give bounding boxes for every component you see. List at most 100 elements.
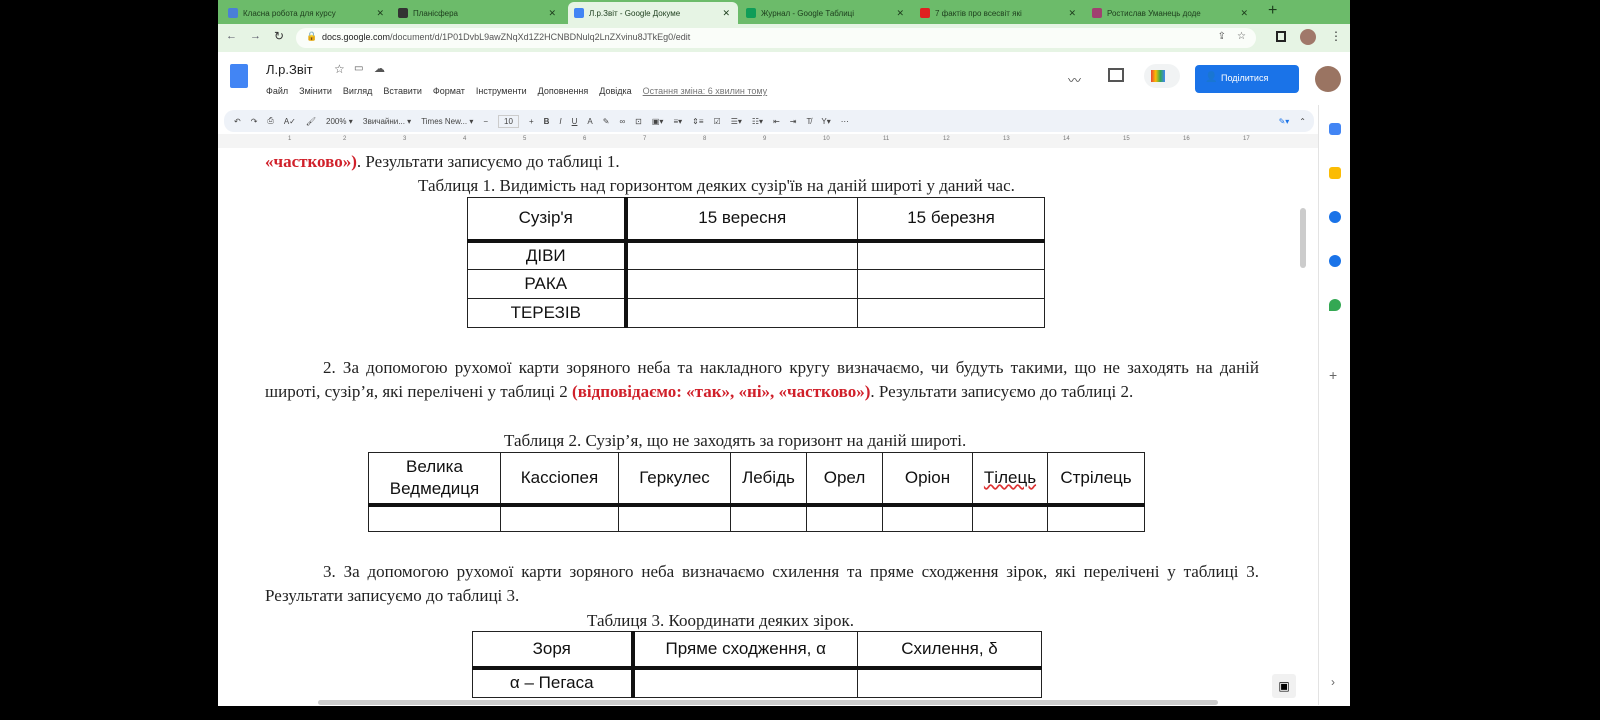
close-icon[interactable]: ✕ — [376, 8, 384, 19]
link-icon[interactable]: ∞ — [619, 117, 625, 126]
url-input[interactable]: 🔒 docs.google.com/document/d/1P01DvbL9awZ… — [296, 28, 1256, 48]
bold-icon[interactable]: B — [544, 117, 550, 126]
meet-button[interactable] — [1144, 64, 1180, 88]
line-spacing-icon[interactable]: ⇕≡ — [692, 117, 703, 126]
table-cell[interactable]: α – Пегаса — [472, 667, 635, 698]
add-addon-icon[interactable]: + — [1329, 367, 1337, 383]
table-cell[interactable]: ДІВИ — [467, 240, 628, 270]
clear-format-icon[interactable]: T̸ — [806, 117, 811, 126]
highlight-icon[interactable]: ✎ — [603, 117, 610, 126]
back-icon[interactable]: ← — [226, 30, 237, 42]
redo-icon[interactable]: ↷ — [251, 117, 258, 126]
more-icon[interactable]: ⋯ — [841, 117, 849, 126]
activity-icon[interactable]: 〰 — [1068, 70, 1081, 89]
share-icon[interactable]: ⇪ — [1218, 31, 1226, 42]
reload-icon[interactable]: ↻ — [274, 29, 284, 43]
editing-mode-icon[interactable]: ✎▾ — [1279, 117, 1290, 126]
bookmark-star-icon[interactable]: ☆ — [1237, 31, 1246, 42]
profile-avatar[interactable] — [1300, 29, 1316, 45]
new-tab-button[interactable]: + — [1268, 2, 1277, 20]
table-cell[interactable] — [632, 667, 858, 698]
increase-indent-icon[interactable]: ⇥ — [790, 117, 797, 126]
document-page[interactable]: «частково»). Результати записуємо до таб… — [218, 148, 1316, 700]
star-icon[interactable]: ☆ — [334, 62, 345, 76]
table-cell[interactable] — [500, 504, 619, 532]
table-cell[interactable] — [618, 504, 731, 532]
table-cell[interactable] — [1047, 504, 1145, 532]
input-tools-icon[interactable]: Y▾ — [821, 117, 830, 126]
menu-tools[interactable]: Інструменти — [476, 86, 527, 96]
table-1[interactable]: Сузір'я 15 вересня 15 березня ДІВИ РАКА ТЕ… — [467, 197, 1045, 328]
decrease-size-icon[interactable]: − — [483, 117, 488, 126]
close-icon[interactable]: ✕ — [548, 8, 556, 19]
table-cell[interactable] — [730, 504, 807, 532]
keep-icon[interactable] — [1329, 167, 1341, 179]
maps-icon[interactable] — [1329, 299, 1341, 311]
share-button[interactable]: 👤 Поділитися — [1195, 65, 1299, 93]
tab-4[interactable]: 7 фактів про всесвіт які ✕ — [914, 2, 1084, 24]
table-2[interactable]: Велика Ведмедиця Кассіопея Геркулес Лебідь О… — [368, 452, 1145, 532]
table-cell[interactable]: ТЕРЕЗІВ — [467, 298, 628, 328]
tab-1[interactable]: Планісфера ✕ — [392, 2, 564, 24]
menu-file[interactable]: Файл — [266, 86, 288, 96]
checklist-icon[interactable]: ☑ — [714, 117, 721, 126]
text-color-icon[interactable]: A — [587, 117, 592, 126]
table-cell[interactable] — [972, 504, 1048, 532]
last-edit-link[interactable]: Остання зміна: 6 хвилин тому — [643, 86, 768, 96]
table-cell[interactable] — [882, 504, 973, 532]
menu-insert[interactable]: Вставити — [383, 86, 422, 96]
explore-button[interactable]: ▣ — [1272, 674, 1296, 698]
decrease-indent-icon[interactable]: ⇤ — [773, 117, 780, 126]
undo-icon[interactable]: ↶ — [234, 117, 241, 126]
table-cell[interactable] — [368, 504, 501, 532]
menu-dots-icon[interactable]: ⋮ — [1330, 29, 1342, 43]
increase-size-icon[interactable]: + — [529, 117, 534, 126]
table-cell[interactable] — [806, 504, 883, 532]
align-icon[interactable]: ≡▾ — [673, 117, 682, 126]
numbered-list-icon[interactable]: ☷▾ — [752, 117, 763, 126]
image-icon[interactable]: ▣▾ — [652, 117, 664, 126]
expand-panel-icon[interactable]: › — [1331, 675, 1335, 689]
close-icon[interactable]: ✕ — [1240, 8, 1248, 19]
ruler[interactable]: 1 2 3 4 5 6 7 8 9 10 11 12 13 14 15 16 17 — [218, 134, 1318, 148]
style-select[interactable]: Звичайни... ▾ — [363, 117, 411, 126]
menu-view[interactable]: Вигляд — [343, 86, 373, 96]
font-select[interactable]: Times New... ▾ — [421, 117, 473, 126]
close-icon[interactable]: ✕ — [1068, 8, 1076, 19]
zoom-select[interactable]: 200% ▾ — [326, 117, 353, 126]
account-avatar[interactable] — [1315, 66, 1341, 92]
document-title[interactable]: Л.р.Звіт — [266, 62, 313, 77]
tab-3[interactable]: Журнал - Google Таблиці ✕ — [740, 2, 912, 24]
table-cell[interactable] — [857, 667, 1042, 698]
italic-icon[interactable]: I — [559, 117, 561, 126]
table-cell[interactable] — [625, 269, 858, 299]
tasks-icon[interactable] — [1329, 211, 1341, 223]
close-icon[interactable]: ✕ — [896, 8, 904, 19]
menu-format[interactable]: Формат — [433, 86, 465, 96]
move-folder-icon[interactable]: ▭ — [354, 63, 363, 74]
table-cell[interactable] — [857, 240, 1045, 270]
contacts-icon[interactable] — [1329, 255, 1341, 267]
table-cell[interactable] — [625, 240, 858, 270]
table-3[interactable]: Зоря Пряме сходження, α Схилення, δ α – Пе… — [472, 631, 1042, 698]
tab-2[interactable]: Л.р.Звіт - Google Докуме ✕ — [568, 2, 738, 24]
table-cell[interactable]: РАКА — [467, 269, 628, 299]
vertical-scrollbar[interactable] — [1300, 208, 1306, 268]
close-icon[interactable]: ✕ — [722, 8, 730, 19]
comments-icon[interactable] — [1108, 68, 1124, 82]
bullet-list-icon[interactable]: ☰▾ — [731, 117, 742, 126]
forward-icon[interactable]: → — [250, 30, 261, 42]
tab-0[interactable]: Класна робота для курсу ✕ — [222, 2, 392, 24]
comment-icon[interactable]: ⊡ — [635, 117, 642, 126]
paint-format-icon[interactable]: 🖌 — [306, 117, 316, 126]
sidebar-icon[interactable] — [1276, 31, 1286, 42]
table-cell[interactable] — [857, 269, 1045, 299]
print-icon[interactable]: ⎙ — [267, 116, 273, 126]
menu-edit[interactable]: Змінити — [299, 86, 332, 96]
menu-help[interactable]: Довідка — [599, 86, 631, 96]
table-cell[interactable] — [625, 298, 858, 328]
underline-icon[interactable]: U — [572, 117, 578, 126]
menu-addons[interactable]: Доповнення — [538, 86, 589, 96]
horizontal-scrollbar[interactable] — [318, 700, 1218, 705]
tab-5[interactable]: Ростислав Уманець доде ✕ — [1086, 2, 1256, 24]
